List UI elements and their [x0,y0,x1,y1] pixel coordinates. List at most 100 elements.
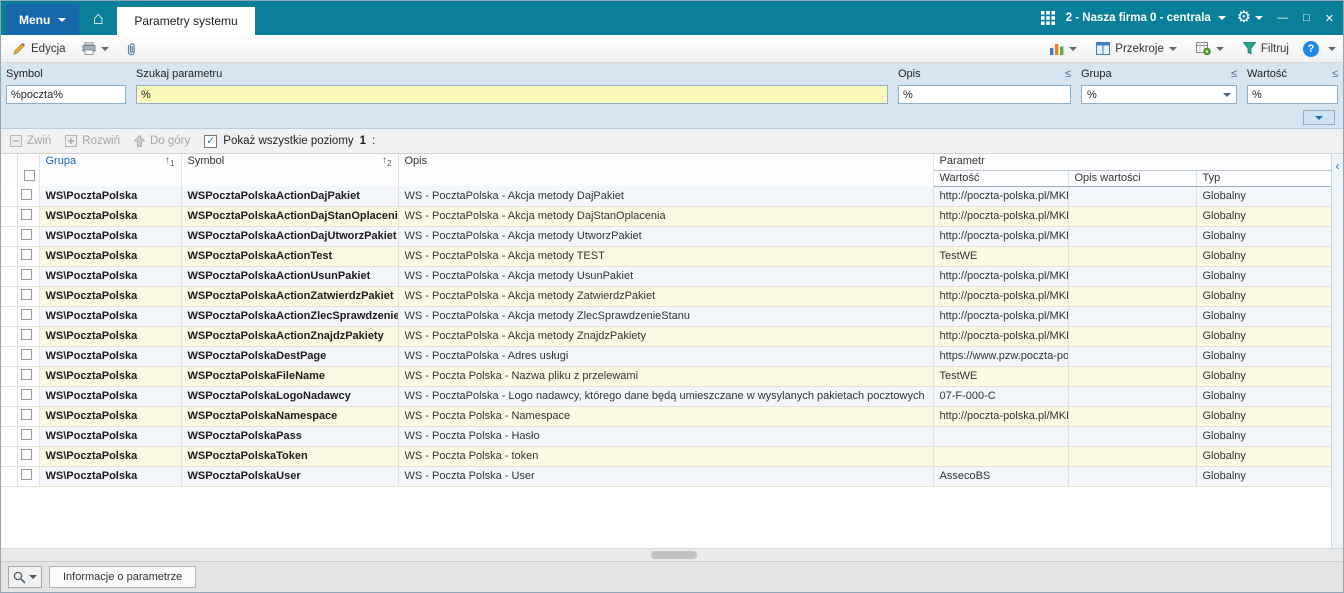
row-checkbox-cell[interactable] [17,186,40,207]
przekroje-button[interactable]: Przekroje [1091,40,1182,57]
row-checkbox[interactable] [20,389,32,400]
sort-asc-2-icon[interactable]: ↑2 [382,155,391,168]
scrollbar-thumb[interactable] [651,551,697,559]
chevron-down-icon[interactable] [1328,46,1336,51]
row-checkbox[interactable] [20,449,32,460]
row-checkbox-cell[interactable] [17,326,40,347]
row-selector-cell[interactable] [1,286,18,307]
row-checkbox[interactable] [20,469,32,480]
row-selector-cell[interactable] [1,306,18,327]
row-checkbox[interactable] [20,188,32,200]
home-button[interactable] [79,1,117,35]
row-checkbox[interactable] [20,229,32,240]
row-checkbox-cell[interactable] [17,426,40,447]
filter-button[interactable]: Filtruj [1238,40,1294,57]
header-wartosc[interactable]: Wartość [933,170,1069,187]
row-selector-cell[interactable] [1,386,18,407]
row-checkbox-cell[interactable] [17,286,40,307]
table-row[interactable]: WS\PocztaPolska WSPocztaPolskaDestPage W… [1,346,1331,367]
apps-grid-icon[interactable] [1040,11,1055,25]
maximize-button[interactable]: □ [1303,12,1310,24]
filter-input-symbol[interactable] [6,85,126,104]
minimize-button[interactable]: — [1277,12,1288,24]
row-checkbox-cell[interactable] [17,346,40,367]
row-checkbox[interactable] [20,409,32,420]
filter-input-opis[interactable] [898,85,1071,104]
row-checkbox[interactable] [20,209,32,220]
row-selector-cell[interactable] [1,206,18,227]
table-row[interactable]: WS\PocztaPolska WSPocztaPolskaActionTest… [1,246,1331,267]
close-button[interactable]: ✕ [1325,12,1334,25]
filter-condition-icon[interactable]: ≤ [1332,68,1338,80]
select-all-checkbox[interactable] [23,170,35,181]
menu-button[interactable]: Menu [6,4,80,35]
row-checkbox-cell[interactable] [17,246,40,267]
column-options-button[interactable] [1303,110,1335,125]
filter-select-grupa[interactable]: % [1081,85,1237,104]
chevron-down-icon[interactable] [100,46,109,51]
row-selector-cell[interactable] [1,446,18,467]
row-checkbox-cell[interactable] [17,446,40,467]
row-selector-cell[interactable] [1,426,18,447]
row-selector-cell[interactable] [1,366,18,387]
row-checkbox-cell[interactable] [17,266,40,287]
table-row[interactable]: WS\PocztaPolska WSPocztaPolskaUser WS - … [1,466,1331,487]
row-checkbox[interactable] [20,289,32,300]
settings-button[interactable] [1237,10,1264,26]
filter-condition-icon[interactable]: ≤ [1231,68,1237,80]
row-selector-cell[interactable] [1,246,18,267]
row-checkbox[interactable] [20,329,32,340]
table-row[interactable]: WS\PocztaPolska WSPocztaPolskaToken WS -… [1,446,1331,467]
table-row[interactable]: WS\PocztaPolska WSPocztaPolskaActionZatw… [1,286,1331,307]
filter-input-wartosc[interactable] [1247,85,1338,104]
table-row[interactable]: WS\PocztaPolska WSPocztaPolskaActionDajP… [1,186,1331,207]
sort-asc-1-icon[interactable]: ↑1 [165,155,174,168]
tab-informacje-o-parametrze[interactable]: Informacje o parametrze [49,566,197,588]
table-row[interactable]: WS\PocztaPolska WSPocztaPolskaNamespace … [1,406,1331,427]
grid-view-button[interactable] [1191,40,1229,57]
table-row[interactable]: WS\PocztaPolska WSPocztaPolskaActionDajS… [1,206,1331,227]
row-checkbox[interactable] [20,369,32,380]
header-parametr-group[interactable]: Parametr [933,154,1331,171]
header-typ[interactable]: Typ [1196,170,1331,187]
row-checkbox[interactable] [20,249,32,260]
row-checkbox-cell[interactable] [17,366,40,387]
row-selector-cell[interactable] [1,266,18,287]
header-symbol[interactable]: Symbol ↑2 [181,154,399,186]
table-row[interactable]: WS\PocztaPolska WSPocztaPolskaActionZlec… [1,306,1331,327]
row-checkbox[interactable] [20,309,32,320]
row-checkbox-cell[interactable] [17,386,40,407]
chart-button[interactable] [1045,40,1082,57]
row-checkbox-cell[interactable] [17,406,40,427]
header-opis-wartosci[interactable]: Opis wartości [1068,170,1197,187]
row-checkbox-cell[interactable] [17,206,40,227]
expand-button[interactable]: Rozwiń [65,135,120,147]
table-row[interactable]: WS\PocztaPolska WSPocztaPolskaActionUsun… [1,266,1331,287]
row-checkbox[interactable] [20,349,32,360]
show-all-levels-control[interactable]: Pokaż wszystkie poziomy 1 : [204,134,375,148]
row-checkbox-cell[interactable] [17,306,40,327]
row-selector-cell[interactable] [1,406,18,427]
row-selector-cell[interactable] [1,346,18,367]
help-button[interactable]: ? [1303,40,1319,57]
go-up-button[interactable]: Do góry [134,135,190,147]
header-grupa[interactable]: Grupa ↑1 [39,154,182,186]
show-all-levels-checkbox[interactable] [204,134,218,148]
row-selector-cell[interactable] [1,466,18,487]
attachments-button[interactable] [120,40,143,58]
row-selector-cell[interactable] [1,186,18,207]
horizontal-scrollbar[interactable] [1,548,1343,561]
row-checkbox-cell[interactable] [17,466,40,487]
table-row[interactable]: WS\PocztaPolska WSPocztaPolskaActionDajU… [1,226,1331,247]
company-selector[interactable]: 2 - Nasza firma 0 - centrala [1066,12,1226,24]
collapse-button[interactable]: Zwiń [10,135,51,147]
print-button[interactable] [77,40,114,57]
collapse-panel-chevron-icon[interactable]: ‹ [1336,160,1340,172]
filter-condition-icon[interactable]: ≤ [1065,68,1071,80]
row-selector-cell[interactable] [1,326,18,347]
zoom-button[interactable] [8,566,42,588]
row-checkbox[interactable] [20,429,32,440]
table-row[interactable]: WS\PocztaPolska WSPocztaPolskaPass WS - … [1,426,1331,447]
filter-input-szukaj-parametru[interactable] [136,85,888,104]
levels-value[interactable]: 1 [360,135,366,147]
